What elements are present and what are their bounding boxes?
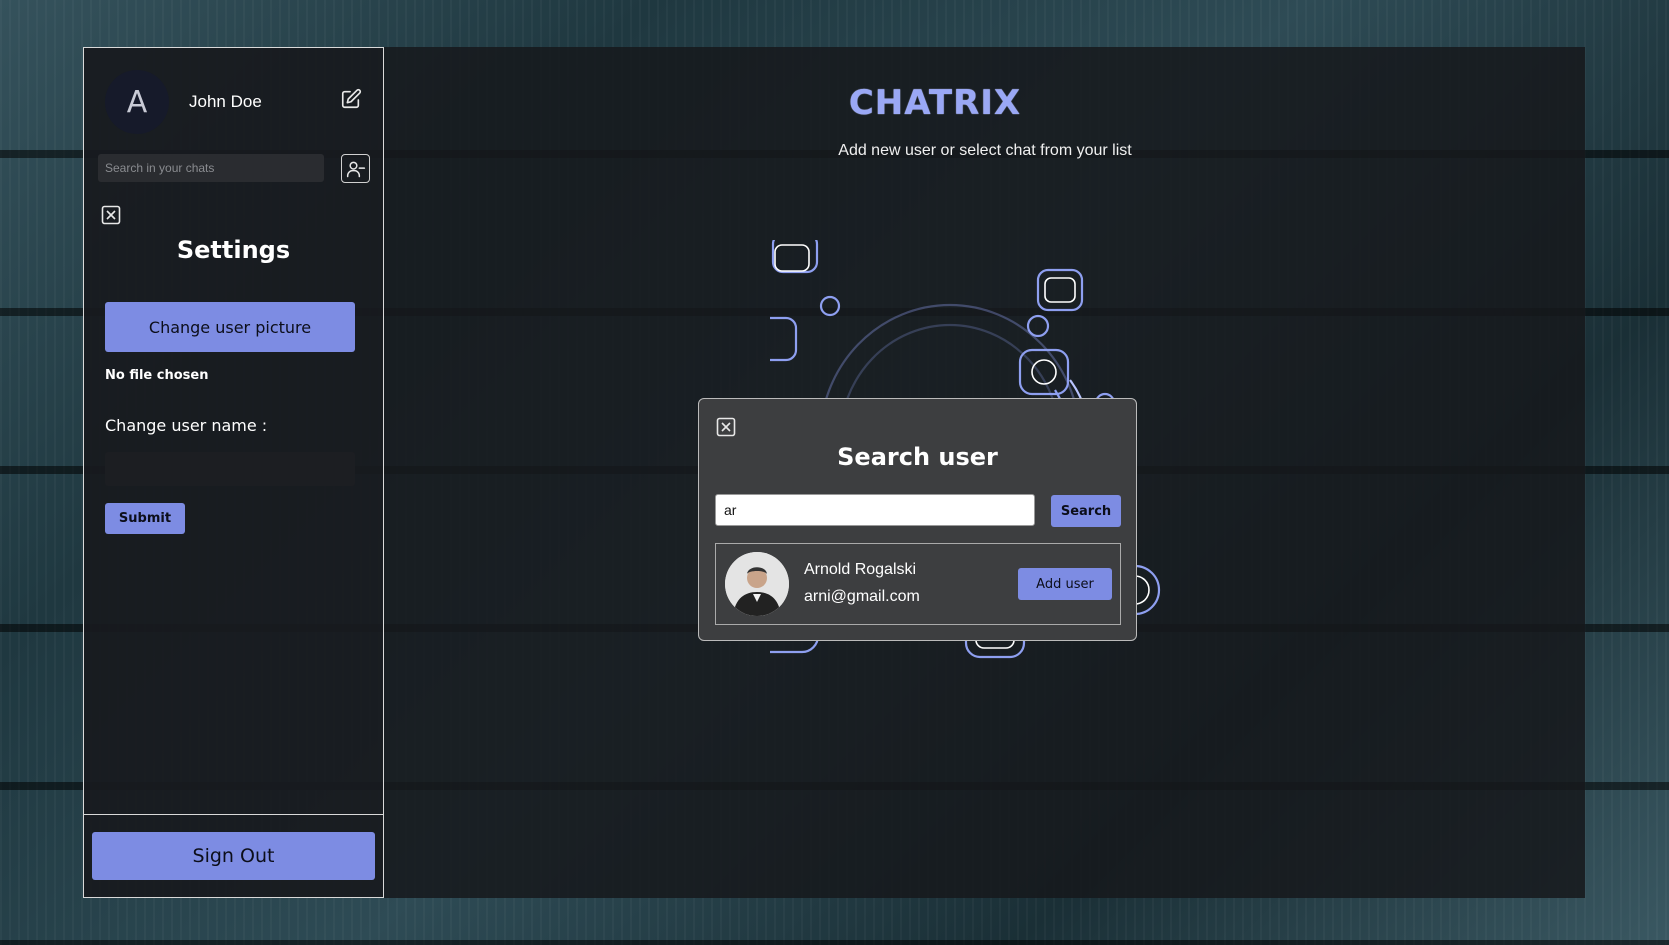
app-window: A John Doe Settings Change user pictur (83, 47, 1585, 898)
settings-title: Settings (176, 236, 291, 264)
result-email: arni@gmail.com (804, 588, 920, 605)
user-search-input[interactable] (715, 494, 1035, 526)
result-name: Arnold Rogalski (804, 561, 917, 578)
app-logo: CHATRIX (848, 83, 1022, 123)
search-button[interactable]: Search (1051, 495, 1121, 527)
add-user-button[interactable]: Add user (1018, 568, 1112, 600)
search-user-modal: Search user Search Arnold Rogalski arni@… (698, 398, 1137, 641)
avatar (725, 552, 789, 616)
sign-out-button[interactable]: Sign Out (92, 832, 375, 880)
search-result-item: Arnold Rogalski arni@gmail.com Add user (715, 543, 1121, 625)
sidebar: A John Doe Settings Change user pictur (83, 47, 384, 898)
divider (84, 814, 383, 815)
close-settings-icon[interactable] (101, 205, 121, 225)
close-icon[interactable] (716, 417, 736, 437)
change-name-input[interactable] (105, 452, 355, 486)
modal-title: Search user (837, 443, 998, 471)
add-user-icon[interactable] (341, 154, 370, 183)
user-name: John Doe (189, 92, 262, 111)
submit-button[interactable]: Submit (105, 503, 185, 534)
file-status: No file chosen (105, 368, 209, 383)
main-subtitle: Add new user or select chat from your li… (838, 142, 1132, 159)
chat-search-input[interactable] (98, 154, 324, 182)
edit-icon[interactable] (340, 88, 364, 112)
change-name-label: Change user name : (105, 416, 268, 435)
avatar[interactable]: A (105, 70, 169, 134)
change-picture-button[interactable]: Change user picture (105, 302, 355, 352)
profile-header: A John Doe (105, 70, 262, 134)
